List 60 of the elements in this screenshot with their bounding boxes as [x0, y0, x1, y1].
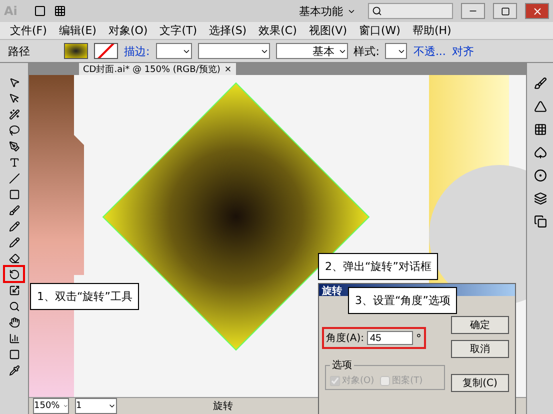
minimize-button[interactable]: [461, 3, 485, 19]
arrange-icon[interactable]: [54, 5, 66, 17]
options-title: 选项: [331, 358, 353, 372]
option-label: 对象(O): [342, 374, 374, 387]
close-icon: [532, 6, 542, 16]
gradient-triangle-icon[interactable]: [534, 100, 546, 113]
page-dropdown[interactable]: 1: [75, 398, 117, 414]
dialog-button[interactable]: 取消: [451, 340, 509, 358]
spade-icon[interactable]: [534, 146, 546, 159]
stroke-link[interactable]: 描边:: [124, 44, 150, 58]
bridge-icon[interactable]: [34, 5, 46, 17]
close-icon[interactable]: [224, 65, 232, 73]
menu-item[interactable]: 文字(T): [156, 23, 202, 38]
menu-item[interactable]: 窗口(W): [354, 23, 404, 38]
menu-item[interactable]: 编辑(E): [54, 23, 100, 38]
opacity-link[interactable]: 不透...: [413, 44, 446, 58]
close-button[interactable]: [525, 3, 549, 19]
dialog-button[interactable]: 确定: [451, 316, 509, 334]
menu-item[interactable]: 选择(S): [205, 23, 251, 38]
menu-item[interactable]: 视图(V): [304, 23, 351, 38]
fill-swatch[interactable]: [64, 43, 88, 59]
callout-label: 1、双击“旋转”工具: [30, 283, 140, 310]
angle-label: 角度(A):: [326, 332, 364, 345]
option-label: 图案(T): [392, 374, 423, 387]
pages-icon[interactable]: [534, 215, 546, 228]
search-field[interactable]: [368, 3, 453, 19]
style-dropdown[interactable]: [385, 43, 408, 59]
stroke-swatch[interactable]: [94, 43, 118, 59]
caret-icon: [62, 402, 68, 410]
variable-width-dropdown[interactable]: [198, 43, 270, 59]
page-value: 1: [76, 401, 82, 411]
style-label: 样式:: [354, 44, 380, 58]
circle-icon[interactable]: [534, 169, 546, 182]
brush-label: 基本: [312, 44, 335, 58]
brush-dropdown[interactable]: 基本: [276, 43, 348, 59]
maximize-icon: [500, 6, 510, 16]
document-tab[interactable]: CD封面.ai* @ 150% (RGB/预览): [79, 63, 236, 75]
zoom-dropdown[interactable]: 150%: [33, 398, 69, 414]
grid-icon[interactable]: [534, 123, 546, 136]
menu-item[interactable]: 帮助(H): [408, 23, 456, 38]
stroke-weight-field[interactable]: [156, 43, 192, 59]
degree-unit: °: [416, 332, 422, 344]
object-type-label: 路径: [8, 44, 31, 58]
status-tool-label: 旋转: [213, 400, 233, 413]
caret-icon: [108, 402, 116, 410]
menu-item[interactable]: 效果(C): [254, 23, 301, 38]
brush-icon[interactable]: [534, 77, 546, 90]
maximize-button[interactable]: [493, 3, 517, 19]
layers-icon[interactable]: [534, 192, 546, 205]
menu-item[interactable]: 文件(F): [6, 23, 51, 38]
dialog-button[interactable]: 复制(C): [451, 374, 509, 392]
search-icon: [372, 6, 382, 16]
angle-input[interactable]: 45: [367, 331, 414, 345]
callout-label: 3、设置“角度”选项: [348, 287, 458, 314]
callout-label: 2、弹出“旋转”对话框: [318, 253, 438, 280]
menu-item[interactable]: 对象(O): [104, 23, 152, 38]
rotate-icon[interactable]: [5, 267, 23, 281]
zoom-value: 150%: [34, 401, 60, 411]
workspace-dropdown[interactable]: 基本功能: [295, 4, 360, 18]
align-link[interactable]: 对齐: [452, 44, 474, 58]
